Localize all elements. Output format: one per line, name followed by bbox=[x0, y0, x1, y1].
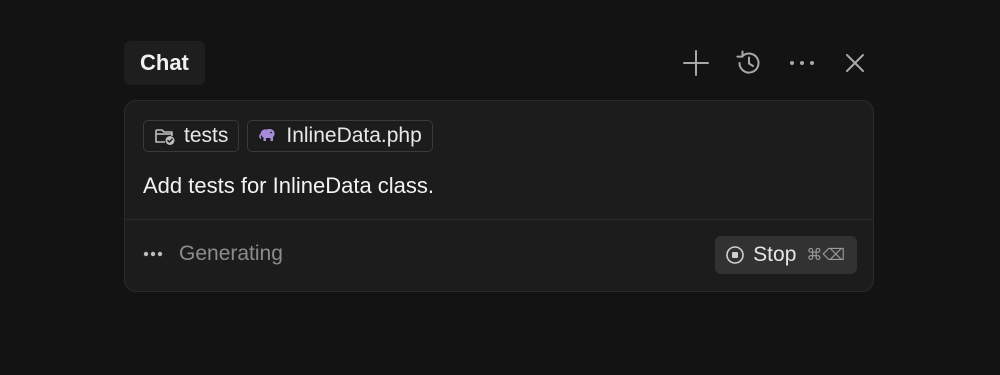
plus-icon bbox=[683, 50, 709, 76]
status-text: Generating bbox=[179, 242, 283, 265]
history-button[interactable] bbox=[730, 44, 768, 82]
message-text[interactable]: Add tests for InlineData class. bbox=[143, 173, 434, 199]
new-chat-button[interactable] bbox=[677, 44, 715, 82]
tab-chat[interactable]: Chat bbox=[124, 41, 205, 85]
stop-label: Stop bbox=[753, 243, 797, 266]
context-chip-folder[interactable]: tests bbox=[143, 120, 240, 152]
stop-button[interactable]: Stop ⌘⌫ bbox=[715, 236, 857, 274]
stop-shortcut: ⌘⌫ bbox=[806, 247, 845, 264]
more-horizontal-icon bbox=[790, 61, 814, 65]
loading-dots-icon bbox=[143, 250, 165, 258]
close-icon bbox=[846, 54, 864, 72]
stop-circle-icon bbox=[725, 245, 745, 265]
more-button[interactable] bbox=[783, 44, 821, 82]
generating-status: Generating bbox=[143, 242, 283, 266]
context-chip-label: tests bbox=[184, 124, 229, 147]
close-button[interactable] bbox=[836, 44, 874, 82]
header-actions bbox=[662, 41, 874, 85]
php-elephant-icon bbox=[258, 128, 278, 144]
chat-header: Chat bbox=[124, 41, 874, 85]
chat-composer: tests InlineData.php Add tests for Inlin… bbox=[124, 100, 874, 292]
history-icon bbox=[736, 50, 760, 74]
divider bbox=[125, 219, 873, 220]
context-chip-label: InlineData.php bbox=[286, 124, 422, 147]
folder-check-icon bbox=[154, 126, 176, 146]
context-chips: tests InlineData.php bbox=[143, 120, 441, 152]
context-chip-file[interactable]: InlineData.php bbox=[247, 120, 433, 152]
